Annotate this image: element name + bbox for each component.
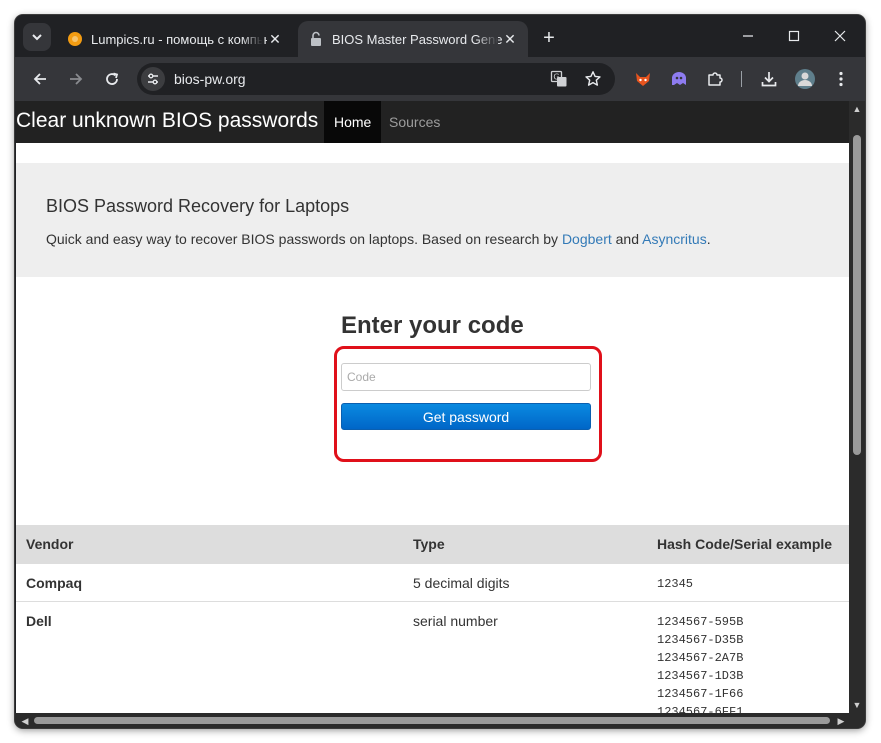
orange-dot-icon <box>68 32 82 46</box>
minimize-icon <box>743 35 753 37</box>
translate-icon: G <box>550 70 567 87</box>
vendor-table: Vendor Type Hash Code/Serial example Com… <box>16 525 849 713</box>
downloads-button[interactable] <box>755 65 783 93</box>
example-code: 1234567-1D3B <box>657 668 744 683</box>
reload-icon <box>106 72 119 85</box>
ghost-extension-icon <box>672 72 686 85</box>
kebab-menu-icon <box>839 71 843 87</box>
jumbotron: BIOS Password Recovery for Laptops Quick… <box>16 163 849 277</box>
example-cell: 1234567-595B 1234567-D35B 1234567-2A7B 1… <box>647 600 849 714</box>
scroll-down-icon[interactable]: ▼ <box>849 697 865 713</box>
tune-icon <box>148 73 158 85</box>
example-code: 1234567-2A7B <box>657 650 744 665</box>
reload-button[interactable] <box>98 65 126 93</box>
chevron-down-icon <box>32 34 42 41</box>
site-info-button[interactable] <box>141 67 165 91</box>
table-header-row: Vendor Type Hash Code/Serial example <box>16 525 849 563</box>
url-text: bios-pw.org <box>174 71 246 87</box>
maximize-icon <box>788 30 800 42</box>
toolbar-divider <box>741 71 742 87</box>
translate-button[interactable]: G <box>545 65 573 93</box>
jumbotron-title: BIOS Password Recovery for Laptops <box>46 196 350 216</box>
browser-window: Lumpics.ru - помощь с компьютером ✕ BIOS… <box>15 15 865 728</box>
tab-bios-pw[interactable]: BIOS Master Password Generator ✕ <box>298 21 528 57</box>
lock-icon <box>311 31 321 46</box>
column-header-vendor: Vendor <box>16 525 403 563</box>
extension-ghost-button[interactable] <box>665 65 693 93</box>
example-code: 1234567-595B <box>657 614 744 629</box>
extensions-button[interactable] <box>701 65 729 93</box>
page-viewport: Clear unknown BIOS passwords Home Source… <box>16 101 849 713</box>
vertical-scrollbar[interactable]: ▲ ▼ <box>849 101 865 713</box>
maximize-button[interactable] <box>773 23 815 49</box>
close-icon[interactable]: ✕ <box>267 31 283 47</box>
arrow-left-icon <box>33 73 46 85</box>
example-code: 1234567-D35B <box>657 632 744 647</box>
minimize-button[interactable] <box>727 23 769 49</box>
nav-sources[interactable]: Sources <box>379 101 450 143</box>
link-dogbert[interactable]: Dogbert <box>562 231 612 247</box>
tab-search-button[interactable] <box>23 23 51 51</box>
close-icon[interactable]: ✕ <box>502 31 518 47</box>
plus-icon: + <box>543 26 555 49</box>
code-input[interactable] <box>341 363 591 391</box>
profile-button[interactable] <box>791 65 819 93</box>
star-icon <box>585 71 601 86</box>
forward-button[interactable] <box>62 65 90 93</box>
extension-fox-button[interactable] <box>629 65 657 93</box>
horizontal-scrollbar[interactable]: ◀ ▶ <box>15 713 865 728</box>
example-code: 1234567-6FF1 <box>657 704 744 714</box>
table-row: Dell serial number 1234567-595B 1234567-… <box>16 600 849 714</box>
close-window-button[interactable] <box>819 23 861 49</box>
menu-button[interactable] <box>827 65 855 93</box>
download-icon <box>761 72 777 87</box>
example-code: 1234567-1F66 <box>657 686 744 701</box>
tab-lumpics[interactable]: Lumpics.ru - помощь с компьютером ✕ <box>57 21 293 57</box>
back-button[interactable] <box>26 65 54 93</box>
get-password-button[interactable]: Get password <box>341 403 591 430</box>
site-navbar: Clear unknown BIOS passwords Home Source… <box>16 101 849 143</box>
new-tab-button[interactable]: + <box>537 26 561 50</box>
site-brand[interactable]: Clear unknown BIOS passwords <box>16 109 318 133</box>
scroll-left-icon[interactable]: ◀ <box>17 713 33 728</box>
close-icon <box>834 30 846 42</box>
avatar-icon <box>795 69 815 89</box>
horizontal-scroll-thumb[interactable] <box>34 717 830 724</box>
type-cell: 5 decimal digits <box>403 562 647 601</box>
bookmark-button[interactable] <box>579 65 607 93</box>
vendor-cell: Compaq <box>16 562 403 601</box>
tab-strip: Lumpics.ru - помощь с компьютером ✕ BIOS… <box>15 15 865 57</box>
example-code: 12345 <box>657 576 694 591</box>
link-asyncritus[interactable]: Asyncritus <box>642 231 707 247</box>
puzzle-icon <box>708 72 723 86</box>
arrow-right-icon <box>70 73 83 85</box>
form-title: Enter your code <box>341 312 524 339</box>
type-cell: serial number <box>403 600 647 713</box>
address-bar[interactable]: bios-pw.org G <box>137 63 615 95</box>
jumbotron-description: Quick and easy way to recover BIOS passw… <box>46 231 711 247</box>
browser-toolbar: bios-pw.org G <box>15 57 865 101</box>
table-row: Compaq 5 decimal digits 12345 <box>16 562 849 601</box>
nav-home[interactable]: Home <box>324 101 382 143</box>
fox-extension-icon <box>636 73 650 86</box>
example-cell: 12345 <box>647 562 849 601</box>
scroll-right-icon[interactable]: ▶ <box>833 713 849 728</box>
vertical-scroll-thumb[interactable] <box>853 135 861 455</box>
vendor-cell: Dell <box>16 600 403 713</box>
column-header-type: Type <box>403 525 647 563</box>
column-header-example: Hash Code/Serial example <box>647 525 849 563</box>
scroll-up-icon[interactable]: ▲ <box>849 101 865 117</box>
